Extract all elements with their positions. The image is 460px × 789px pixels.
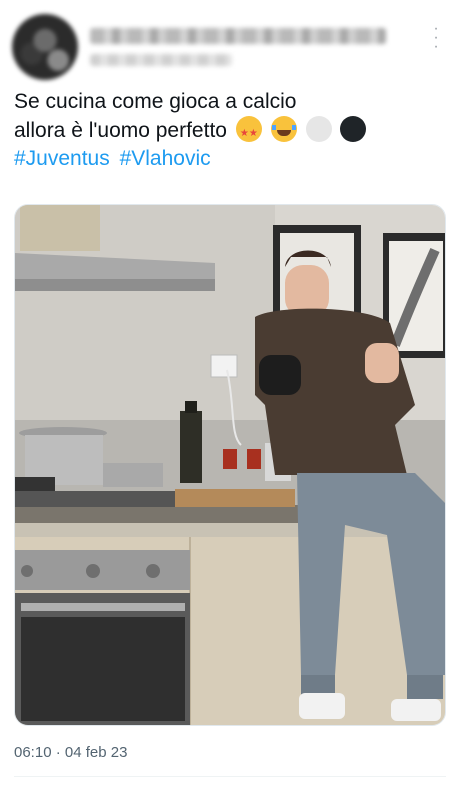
tweet-text-line-2: allora è l'uomo perfetto [14, 116, 444, 148]
author-handle-blurred[interactable] [90, 54, 232, 66]
white-circle-emoji-icon [305, 116, 332, 142]
author-name-blurred[interactable] [90, 28, 386, 44]
tweet-card: · · · Se cucina come gioca a calcio allora… [0, 0, 460, 789]
author-avatar[interactable] [12, 14, 78, 80]
tweet-text-line-1: Se cucina come gioca a calcio [14, 90, 297, 113]
more-vertical-icon[interactable]: · · · [428, 21, 444, 55]
hashtag-juventus[interactable]: #Juventus [14, 147, 110, 170]
tweet-text: Se cucina come gioca a calcio allora è l… [14, 88, 444, 173]
hashtags: #Juventus #Vlahovic [14, 145, 444, 173]
kitchen-photo-image [15, 205, 445, 725]
joy-emoji-icon [270, 116, 297, 142]
tweet-photo[interactable] [14, 204, 446, 726]
tweet-text-line-2-text: allora è l'uomo perfetto [14, 119, 227, 142]
black-circle-emoji-icon [340, 116, 367, 142]
hashtag-vlahovic[interactable]: #Vlahovic [120, 147, 211, 170]
star-struck-emoji-icon [235, 116, 262, 148]
tweet-timestamp[interactable]: 06:10 · 04 feb 23 [14, 744, 127, 761]
divider [14, 776, 446, 777]
